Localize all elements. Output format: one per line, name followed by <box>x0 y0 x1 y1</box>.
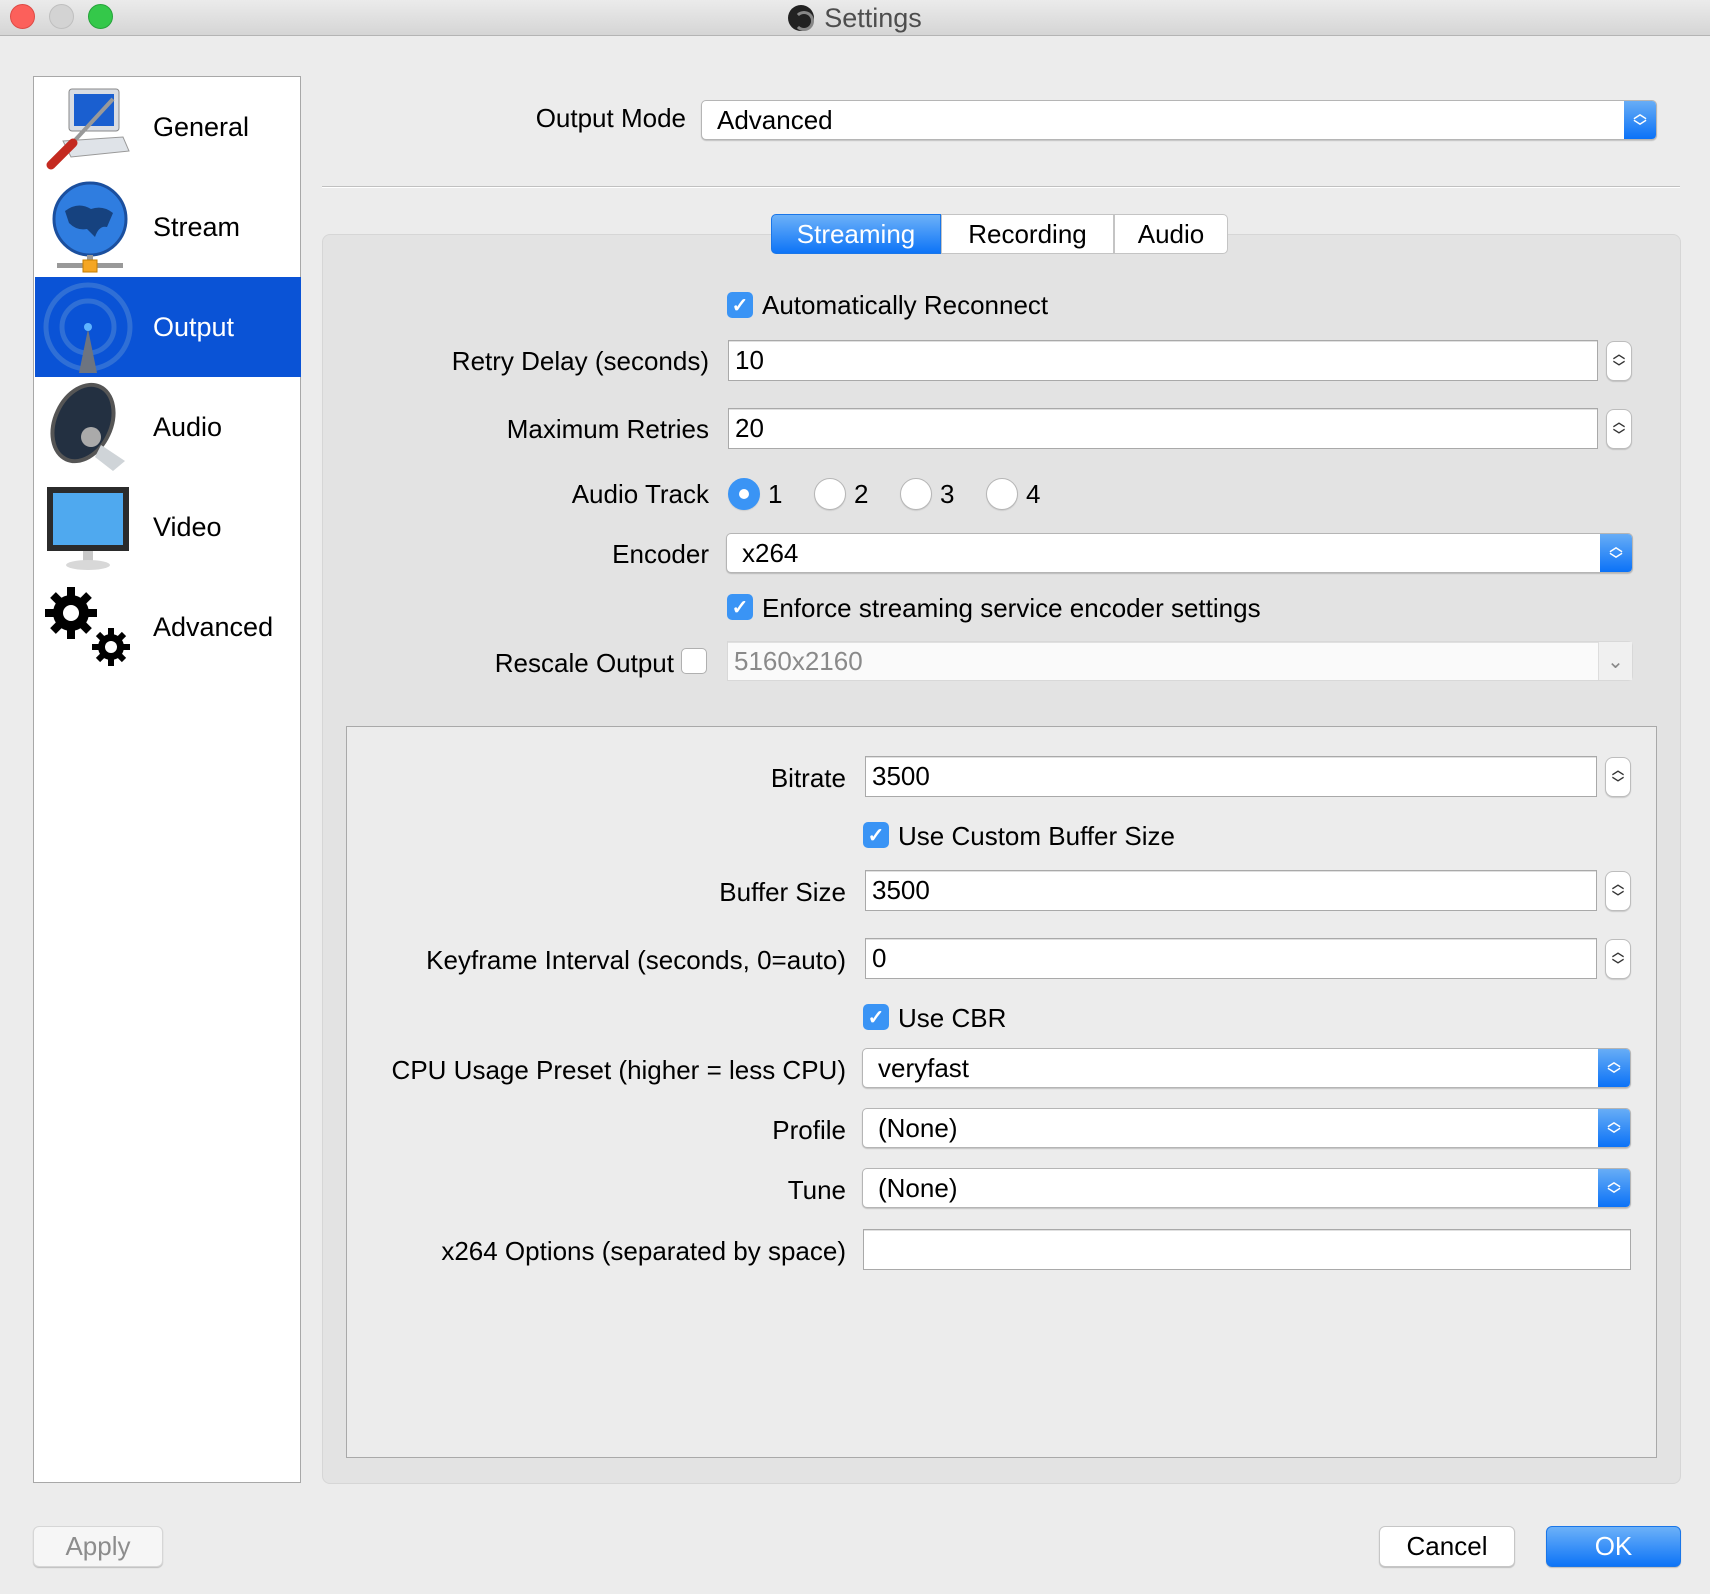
sidebar-item-label: Stream <box>153 211 241 242</box>
apply-button[interactable]: Apply <box>33 1526 163 1567</box>
tune-select[interactable]: (None) ︿ ﹀ <box>862 1168 1631 1208</box>
separator <box>322 186 1680 187</box>
audio-track-radio-3[interactable] <box>900 478 932 510</box>
audio-track-label: Audio Track <box>571 479 709 509</box>
cpu-preset-select[interactable]: veryfast ︿ ﹀ <box>862 1048 1631 1088</box>
rescale-output-label: Rescale Output <box>494 648 674 678</box>
bitrate-spinner[interactable]: ︿ ﹀ <box>1605 757 1631 797</box>
sidebar-item-label: Video <box>153 511 222 542</box>
audio-track-radio-1[interactable] <box>728 478 760 510</box>
audio-track-radio-2[interactable] <box>814 478 846 510</box>
tab-streaming[interactable]: Streaming <box>771 214 941 254</box>
updown-arrows-icon: ︿ ﹀ <box>1624 101 1656 139</box>
window-title: Settings <box>0 0 1710 36</box>
enforce-encoder-settings-checkbox[interactable]: ✓ <box>727 594 753 620</box>
tab-recording[interactable]: Recording <box>941 214 1114 254</box>
check-icon: ✓ <box>867 824 885 847</box>
cancel-button[interactable]: Cancel <box>1379 1526 1515 1567</box>
max-retries-label: Maximum Retries <box>506 414 709 444</box>
output-mode-select[interactable]: Advanced ︿ ﹀ <box>701 100 1657 140</box>
updown-arrows-icon: ︿ ﹀ <box>1598 1109 1630 1147</box>
max-retries-input[interactable]: 20 <box>728 408 1598 449</box>
updown-arrows-icon: ︿ ﹀ <box>1598 1049 1630 1087</box>
buffer-size-spinner[interactable]: ︿ ﹀ <box>1605 871 1631 911</box>
rescale-output-checkbox[interactable] <box>681 648 707 674</box>
sidebar-item-label: Output <box>153 311 235 342</box>
bitrate-input[interactable]: 3500 <box>865 756 1597 797</box>
use-cbr-label: Use CBR <box>898 1003 1007 1033</box>
output-mode-value: Advanced <box>717 104 833 135</box>
rescale-resolution-combo: 5160x2160 ⌄ <box>727 641 1633 681</box>
sidebar-item-stream[interactable]: Stream <box>35 177 301 277</box>
auto-reconnect-label: Automatically Reconnect <box>762 290 1049 320</box>
check-icon: ✓ <box>867 1006 885 1029</box>
enforce-encoder-settings-label: Enforce streaming service encoder settin… <box>762 593 1261 623</box>
settings-sidebar: General Stream Output Audio Video Advanc… <box>33 76 301 1483</box>
updown-arrows-icon: ︿ ﹀ <box>1598 1169 1630 1207</box>
radio-label: 4 <box>1026 479 1041 509</box>
check-icon: ✓ <box>731 596 749 619</box>
sidebar-item-general[interactable]: General <box>35 77 301 177</box>
monitor-icon <box>47 487 129 570</box>
bitrate-label: Bitrate <box>770 763 846 793</box>
ok-button[interactable]: OK <box>1546 1526 1681 1567</box>
gears-icon <box>45 587 130 666</box>
general-icon <box>46 88 130 170</box>
tune-label: Tune <box>787 1175 846 1205</box>
x264-options-input[interactable] <box>863 1229 1631 1270</box>
use-cbr-checkbox[interactable]: ✓ <box>863 1004 889 1030</box>
buffer-size-label: Buffer Size <box>719 877 846 907</box>
retry-delay-label: Retry Delay (seconds) <box>451 346 709 376</box>
tab-audio[interactable]: Audio <box>1114 214 1228 254</box>
updown-arrows-icon: ︿ ﹀ <box>1600 534 1632 572</box>
sidebar-item-output[interactable]: Output <box>35 277 301 377</box>
retry-delay-spinner[interactable]: ︿ ﹀ <box>1606 341 1632 381</box>
chevron-down-icon: ⌄ <box>1598 642 1632 680</box>
custom-buffer-checkbox[interactable]: ✓ <box>863 822 889 848</box>
profile-select[interactable]: (None) ︿ ﹀ <box>862 1108 1631 1148</box>
radio-label: 3 <box>940 479 955 509</box>
sidebar-item-audio[interactable]: Audio <box>35 377 301 477</box>
sidebar-item-label: Audio <box>153 411 223 442</box>
output-mode-label: Output Mode <box>535 103 686 133</box>
cpu-preset-label: CPU Usage Preset (higher = less CPU) <box>391 1055 846 1085</box>
speaker-icon <box>50 382 125 471</box>
keyframe-interval-label: Keyframe Interval (seconds, 0=auto) <box>426 945 846 975</box>
encoder-select[interactable]: x264 ︿ ﹀ <box>726 533 1633 573</box>
custom-buffer-label: Use Custom Buffer Size <box>898 821 1175 851</box>
audio-track-radio-4[interactable] <box>986 478 1018 510</box>
obs-logo-icon <box>788 5 815 31</box>
globe-icon <box>52 181 128 273</box>
buffer-size-input[interactable]: 3500 <box>865 870 1597 911</box>
antenna-icon <box>43 282 133 373</box>
sidebar-item-label: Advanced <box>153 611 274 642</box>
sidebar-item-video[interactable]: Video <box>35 477 301 577</box>
keyframe-interval-input[interactable]: 0 <box>865 938 1597 979</box>
max-retries-spinner[interactable]: ︿ ﹀ <box>1606 409 1632 449</box>
retry-delay-input[interactable]: 10 <box>728 340 1598 381</box>
sidebar-item-advanced[interactable]: Advanced <box>35 577 301 677</box>
encoder-label: Encoder <box>612 539 709 569</box>
sidebar-item-label: General <box>153 111 250 142</box>
radio-label: 2 <box>854 479 869 509</box>
window-title-text: Settings <box>824 2 922 33</box>
profile-label: Profile <box>772 1115 846 1145</box>
auto-reconnect-checkbox[interactable]: ✓ <box>727 292 753 318</box>
radio-label: 1 <box>768 479 783 509</box>
x264-options-label: x264 Options (separated by space) <box>441 1236 846 1266</box>
check-icon: ✓ <box>731 294 749 317</box>
keyframe-interval-spinner[interactable]: ︿ ﹀ <box>1605 939 1631 979</box>
